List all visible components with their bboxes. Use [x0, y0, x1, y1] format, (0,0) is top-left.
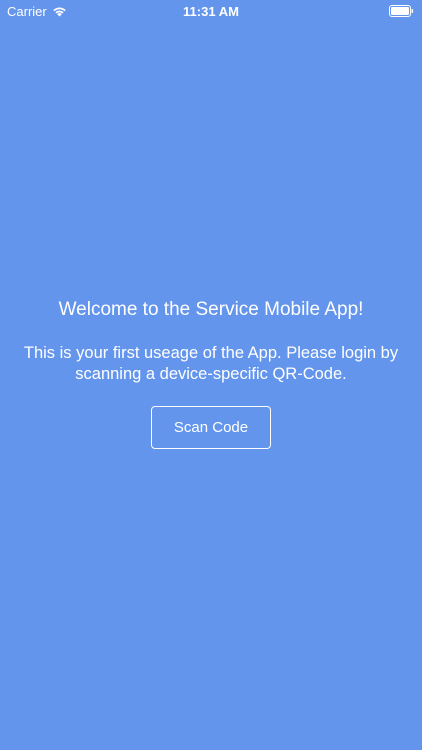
battery-icon	[389, 5, 414, 17]
status-time: 11:31 AM	[183, 4, 239, 19]
status-bar: Carrier 11:31 AM	[0, 0, 422, 22]
welcome-panel: Welcome to the Service Mobile App! This …	[0, 296, 422, 449]
welcome-description: This is your first useage of the App. Pl…	[23, 344, 399, 383]
scan-code-button[interactable]: Scan Code	[151, 406, 271, 449]
welcome-title: Welcome to the Service Mobile App!	[58, 299, 364, 320]
